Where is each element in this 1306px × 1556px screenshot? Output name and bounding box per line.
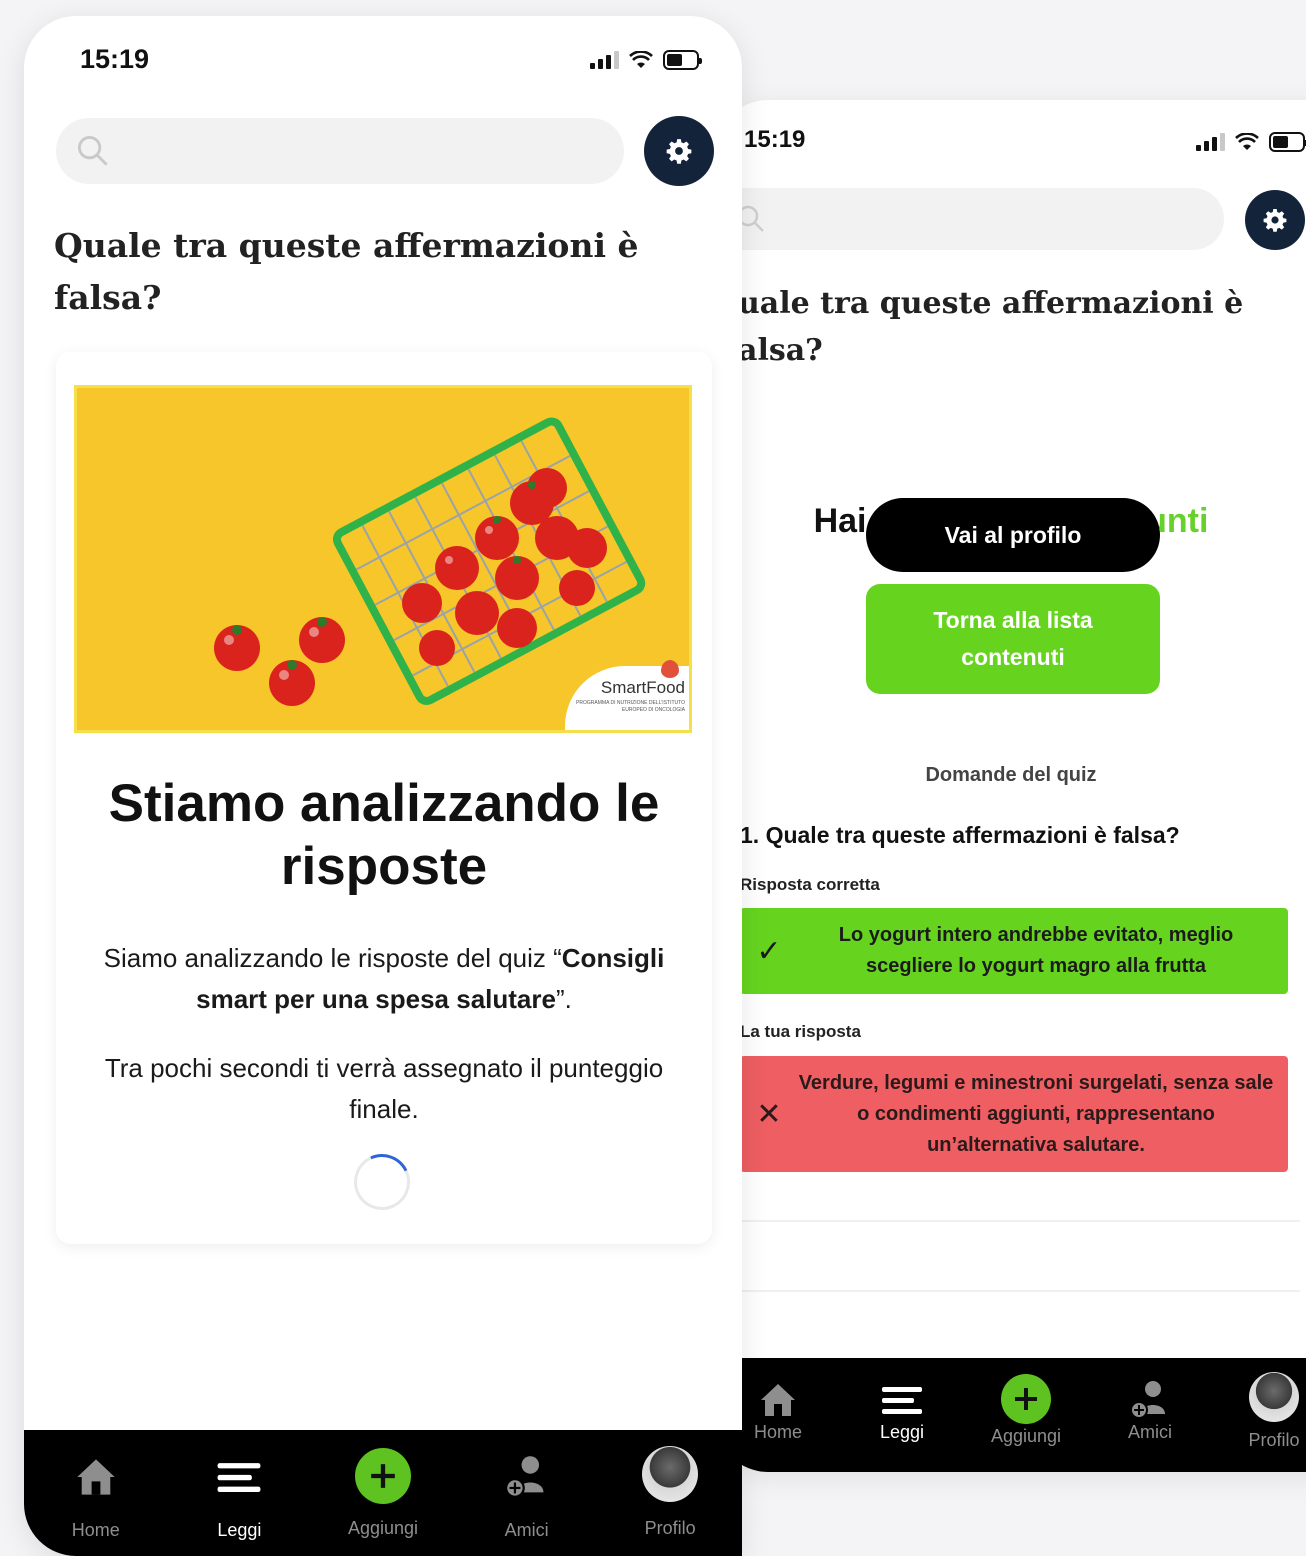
tab-bar: Home Leggi Aggiungi Amici Profilo [24, 1430, 742, 1556]
search-input[interactable] [120, 138, 624, 164]
analysis-heading: Stiamo analizzando le risposte [108, 774, 660, 896]
cross-icon: ✕ [756, 1097, 782, 1131]
analysis-card: SmartFood PROGRAMMA DI NUTRIZIONE DELL'I… [56, 352, 712, 1244]
wifi-icon [629, 51, 653, 68]
back-to-list-button[interactable]: Torna alla lista contenuti [866, 584, 1160, 694]
tab-profilo[interactable]: Profilo [1212, 1358, 1306, 1472]
menu-lines-icon [217, 1452, 261, 1502]
correct-answer-box: ✓ Lo yogurt intero andrebbe evitato, meg… [740, 908, 1288, 994]
tab-amici[interactable]: Amici [1088, 1358, 1212, 1472]
back-phone-screen: 15:19 uale tra queste affermazioni è als… [716, 100, 1306, 1472]
tomato-basket-image: SmartFood PROGRAMMA DI NUTRIZIONE DELL'I… [74, 385, 692, 733]
score-message: Tra pochi secondi ti verrà assegnato il … [104, 1053, 664, 1124]
tab-aggiungi[interactable]: Aggiungi [964, 1358, 1088, 1472]
home-icon [758, 1378, 798, 1422]
tab-bar: Home Leggi Aggiungi Amici Profilo [716, 1358, 1306, 1472]
menu-lines-icon [882, 1378, 922, 1422]
search-bar[interactable] [716, 188, 1224, 250]
tab-leggi[interactable]: Leggi [840, 1358, 964, 1472]
profile-button[interactable]: Vai al profilo [866, 498, 1160, 572]
correct-answer-text: Lo yogurt intero andrebbe evitato, megli… [838, 924, 1234, 977]
signal-icon [590, 51, 619, 69]
quiz-question: 1. Quale tra queste affermazioni è falsa… [740, 822, 1180, 848]
divider [740, 1220, 1300, 1222]
tab-aggiungi[interactable]: Aggiungi [311, 1430, 455, 1556]
signal-icon [1196, 133, 1225, 151]
your-answer-label: La tua risposta [740, 1022, 861, 1041]
status-icons [590, 50, 702, 70]
gear-icon [666, 139, 692, 164]
loading-spinner [346, 1146, 418, 1218]
avatar [642, 1446, 699, 1502]
search-input[interactable] [776, 206, 1224, 232]
correct-answer-label: Risposta corretta [740, 875, 880, 894]
settings-button[interactable] [644, 116, 714, 186]
settings-button[interactable] [1245, 190, 1305, 250]
battery-icon [663, 50, 702, 70]
your-answer-box: ✕ Verdure, legumi e minestroni surgelati… [740, 1056, 1288, 1172]
plus-icon [1001, 1374, 1051, 1424]
status-time: 15:19 [80, 44, 150, 74]
battery-icon [1269, 132, 1306, 152]
search-icon [77, 135, 108, 166]
search-bar[interactable] [56, 118, 624, 184]
wifi-icon [1235, 133, 1259, 150]
your-answer-text: Verdure, legumi e minestroni surgelati, … [798, 1071, 1274, 1156]
plus-icon [354, 1448, 411, 1504]
status-icons [1196, 132, 1306, 152]
quiz-questions-heading: Domande del quiz [925, 764, 1097, 786]
strawberry-icon [661, 660, 679, 678]
gear-icon [1263, 209, 1287, 232]
home-icon [74, 1452, 118, 1502]
add-friend-icon [1129, 1378, 1171, 1422]
front-phone-screen: 15:19 Quale tra queste affermazioni è fa… [24, 16, 742, 1556]
question-title: Quale tra queste affermazioni è falsa? [54, 226, 639, 317]
divider [740, 1290, 1300, 1292]
tab-amici[interactable]: Amici [455, 1430, 599, 1556]
tab-profilo[interactable]: Profilo [598, 1430, 742, 1556]
tab-leggi[interactable]: Leggi [168, 1430, 312, 1556]
status-time: 15:19 [744, 126, 806, 153]
question-title: uale tra queste affermazioni è alsa? [738, 286, 1244, 368]
tab-home[interactable]: Home [24, 1430, 168, 1556]
avatar [1249, 1372, 1299, 1422]
add-friend-icon [504, 1452, 550, 1502]
analysis-message: Siamo analizzando le risposte del quiz “… [103, 943, 665, 1014]
check-icon: ✓ [756, 934, 782, 968]
